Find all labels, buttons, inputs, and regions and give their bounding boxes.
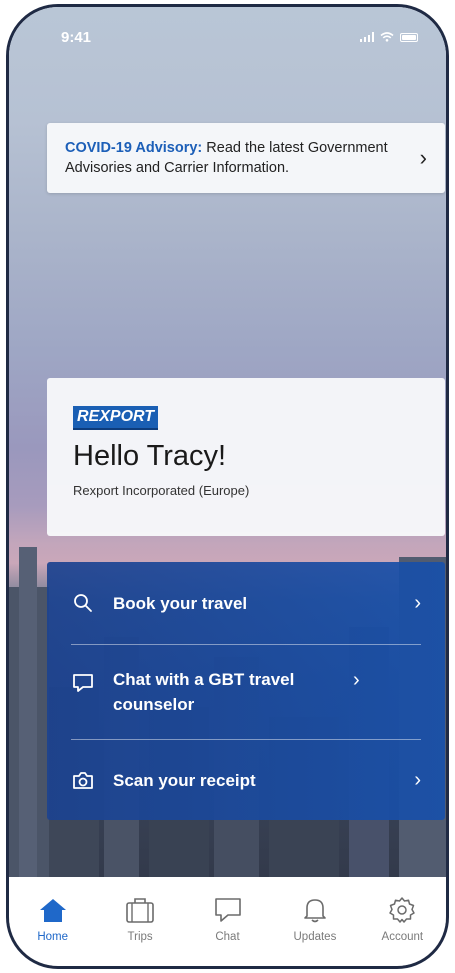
chevron-right-icon: › — [414, 591, 421, 614]
company-name: Rexport Incorporated (Europe) — [73, 483, 250, 498]
chevron-right-icon: › — [419, 145, 427, 170]
home-icon — [39, 895, 67, 925]
tab-label: Updates — [293, 931, 337, 943]
search-icon — [71, 593, 95, 613]
greeting: Hello Tracy! — [73, 440, 227, 472]
tab-trips[interactable]: Trips — [96, 895, 183, 966]
company-logo: REXPORT — [73, 406, 159, 430]
bell-icon — [302, 895, 328, 925]
tab-label: Account — [381, 931, 424, 943]
status-bar: 9:41 — [9, 7, 446, 67]
tab-label: Home — [37, 931, 69, 943]
scan-receipt-button[interactable]: Scan your receipt › — [71, 740, 421, 820]
chat-counselor-button[interactable]: Chat with a GBT travel counselor › — [71, 645, 421, 740]
chevron-right-icon: › — [414, 768, 421, 791]
tab-bar: Home Trips Chat Updates Account — [9, 877, 446, 966]
status-time: 9:41 — [61, 28, 92, 46]
book-travel-button[interactable]: Book your travel › — [71, 562, 421, 645]
suitcase-icon — [125, 895, 155, 925]
wifi-icon — [380, 32, 394, 42]
tab-account[interactable]: Account — [359, 895, 446, 966]
advisory-text: COVID-19 Advisory: Read the latest Gover… — [65, 138, 410, 178]
chevron-right-icon: › — [353, 669, 360, 691]
camera-icon — [71, 771, 95, 790]
status-icons — [360, 32, 418, 42]
scan-receipt-label: Scan your receipt — [113, 770, 256, 790]
welcome-card: REXPORT Hello Tracy! Rexport Incorporate… — [47, 378, 445, 536]
tab-label: Chat — [215, 931, 240, 943]
advisory-title: COVID-19 Advisory: — [65, 140, 203, 156]
tab-chat[interactable]: Chat — [184, 895, 271, 966]
phone-frame: 9:41 COVID-19 Advisory: Read the latest … — [6, 4, 449, 969]
tab-label: Trips — [127, 931, 153, 943]
signal-icon — [360, 32, 374, 42]
gear-icon — [388, 895, 416, 925]
tab-updates[interactable]: Updates — [271, 895, 358, 966]
tab-home[interactable]: Home — [9, 895, 96, 966]
covid-advisory-banner[interactable]: COVID-19 Advisory: Read the latest Gover… — [47, 123, 445, 193]
battery-icon — [400, 32, 418, 42]
chat-counselor-label: Chat with a GBT travel counselor — [113, 670, 295, 714]
action-panel: Book your travel › Chat with a GBT trave… — [47, 562, 445, 820]
chat-icon — [213, 895, 243, 925]
chat-icon — [71, 673, 95, 693]
book-travel-label: Book your travel — [113, 593, 248, 613]
